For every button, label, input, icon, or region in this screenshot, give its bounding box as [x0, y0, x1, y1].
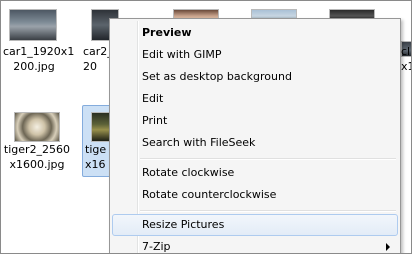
file-label-tiger2[interactable]: tiger2_2560 x1600.jpg: [3, 142, 71, 172]
menu-item-search-fileseek[interactable]: Search with FileSeek: [112, 132, 398, 154]
file-label-right-edge[interactable]: cl x1: [401, 44, 411, 74]
menu-item-label: Set as desktop background: [142, 70, 292, 83]
car1-thumbnail[interactable]: [9, 9, 57, 41]
menu-item-edit[interactable]: Edit: [112, 88, 398, 110]
menu-item-label: Resize Pictures: [142, 218, 225, 231]
context-menu: Preview Edit with GIMP Set as desktop ba…: [109, 18, 401, 253]
menu-item-preview[interactable]: Preview: [112, 22, 398, 44]
menu-item-rotate-clockwise[interactable]: Rotate clockwise: [112, 162, 398, 184]
tiger2-thumbnail[interactable]: [14, 112, 60, 142]
menu-item-print[interactable]: Print: [112, 110, 398, 132]
menu-item-7zip[interactable]: 7-Zip: [112, 236, 398, 253]
file-explorer-view: car1_1920x1 200.jpg car2_ 20 cl x1 tiger…: [0, 0, 412, 254]
menu-item-set-desktop-background[interactable]: Set as desktop background: [112, 66, 398, 88]
menu-separator: [140, 158, 396, 160]
menu-item-label: Edit with GIMP: [142, 48, 222, 61]
menu-item-label: Rotate counterclockwise: [142, 188, 277, 201]
menu-item-label: Rotate clockwise: [142, 166, 235, 179]
menu-item-rotate-counterclockwise[interactable]: Rotate counterclockwise: [112, 184, 398, 206]
menu-separator: [140, 210, 396, 212]
menu-item-label: Preview: [142, 26, 192, 39]
menu-item-resize-pictures[interactable]: Resize Pictures: [112, 214, 398, 236]
menu-item-label: Edit: [142, 92, 164, 105]
menu-item-label: Search with FileSeek: [142, 136, 256, 149]
menu-item-label: Print: [142, 114, 168, 127]
menu-item-label: 7-Zip: [142, 240, 171, 253]
submenu-arrow-icon: [386, 243, 390, 251]
menu-item-edit-with-gimp[interactable]: Edit with GIMP: [112, 44, 398, 66]
file-label-car1[interactable]: car1_1920x1 200.jpg: [3, 44, 74, 74]
